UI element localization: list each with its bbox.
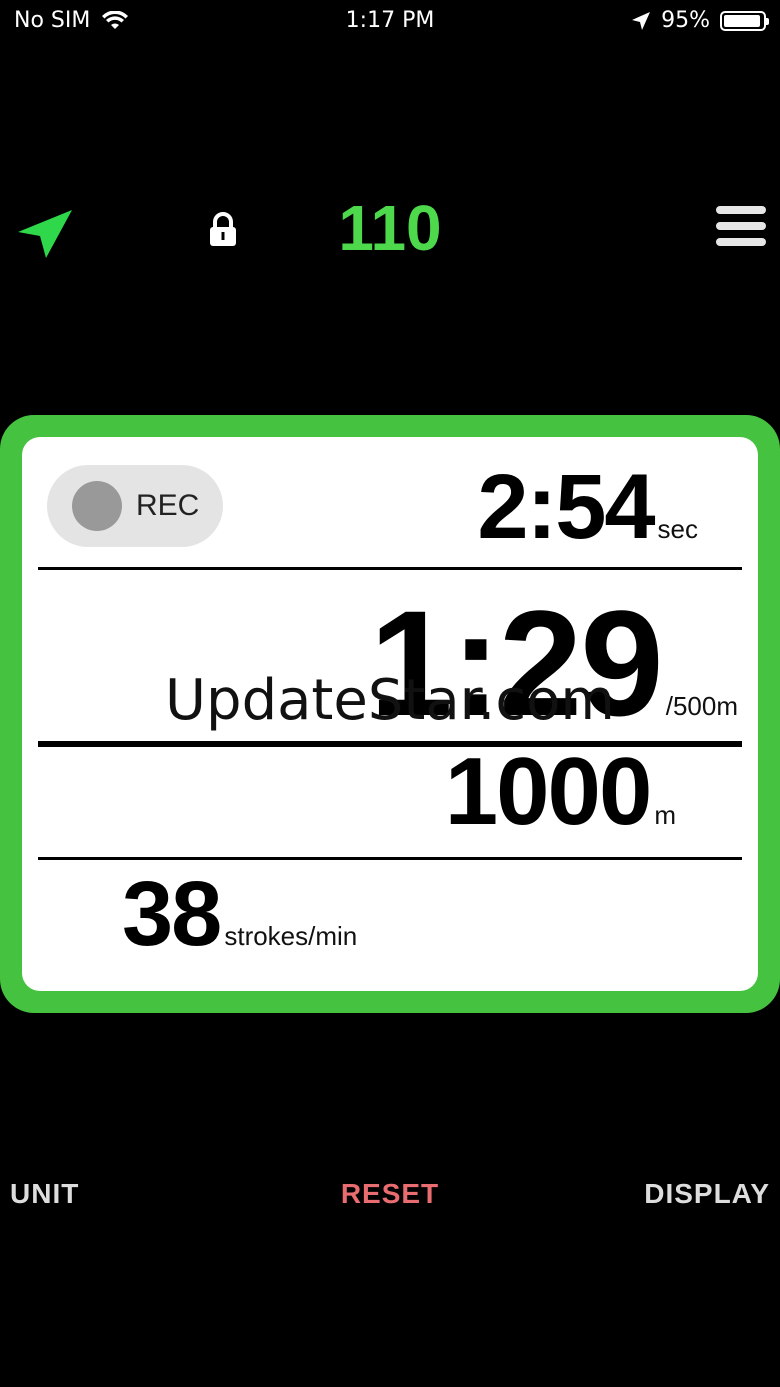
rec-button[interactable]: REC (47, 465, 223, 547)
elapsed-time-unit: sec (657, 514, 698, 544)
stroke-rate: 38 strokes/min (122, 862, 357, 967)
bottom-bar: UNIT RESET DISPLAY (0, 1178, 780, 1224)
hamburger-menu-icon[interactable] (716, 206, 766, 248)
elapsed-time: 2:54 sec (477, 455, 698, 560)
menu-line (716, 206, 766, 214)
menu-line (716, 238, 766, 246)
battery-icon (720, 10, 769, 31)
location-icon (632, 11, 651, 30)
battery-percent: 95% (661, 8, 710, 33)
counter-value: 110 (338, 192, 442, 264)
divider (38, 857, 742, 860)
split-pace-unit: /500m (665, 691, 738, 721)
display-button[interactable]: DISPLAY (644, 1178, 770, 1210)
status-right: 95% (631, 8, 769, 33)
metrics-panel-border: REC 2:54 sec 1:29 /500m 1000 m 38 stroke… (0, 415, 780, 1013)
split-pace: 1:29 /500m (370, 577, 739, 750)
battery-fill (724, 14, 761, 27)
distance-unit: m (654, 800, 676, 830)
distance: 1000 m (445, 737, 676, 847)
menu-line (716, 222, 766, 230)
elapsed-time-value: 2:54 (477, 456, 655, 558)
divider (38, 567, 742, 570)
top-bar: 110 (0, 190, 780, 270)
rec-label: REC (136, 489, 200, 522)
status-bar: No SIM 1:17 PM 95% (0, 0, 780, 44)
distance-value: 1000 (444, 738, 653, 845)
stroke-rate-unit: strokes/min (224, 921, 358, 951)
stroke-rate-value: 38 (122, 863, 222, 965)
split-pace-value: 1:29 (369, 579, 664, 747)
record-dot-icon (72, 481, 122, 531)
metrics-panel: REC 2:54 sec 1:29 /500m 1000 m 38 stroke… (22, 437, 758, 991)
